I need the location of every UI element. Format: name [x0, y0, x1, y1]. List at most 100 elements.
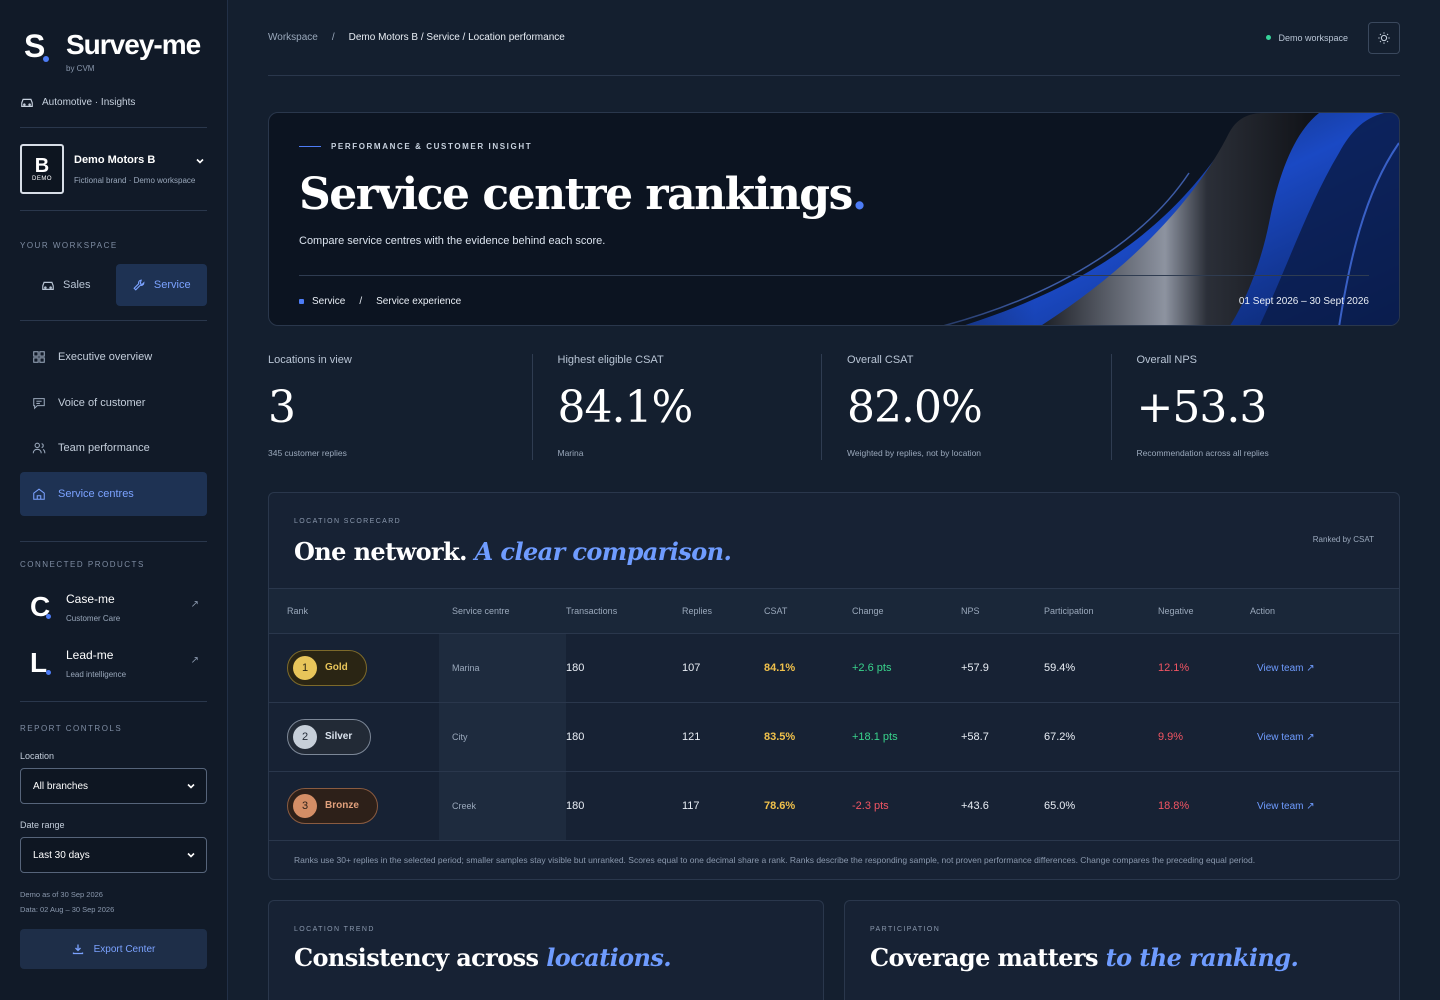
tab-sales[interactable]: Sales: [20, 264, 112, 306]
csat-cell: 83.5%: [764, 702, 852, 772]
service-centre-name: City: [439, 702, 566, 772]
product-lead-me[interactable]: L Lead-me Lead intelligence ↗: [30, 635, 207, 691]
brand-name: Survey-me: [66, 29, 201, 60]
location-label: Location: [20, 751, 55, 761]
location-select[interactable]: All branches: [20, 768, 207, 804]
csat-cell: 78.6%: [764, 771, 852, 841]
product-case-me[interactable]: C Case-me Customer Care ↗: [30, 579, 207, 635]
tag-service: Service: [312, 296, 346, 307]
kpi-row: Locations in view 3 345 customer replies…: [268, 354, 1400, 460]
participation-card: PARTICIPATION Coverage matters to the ra…: [844, 899, 1400, 1000]
rank-badge-gold: 1 Gold: [287, 649, 367, 686]
col-action: Action: [1250, 589, 1399, 634]
trend-kicker: LOCATION TREND: [294, 925, 375, 933]
car-icon: [21, 98, 33, 107]
change-cell: -2.3 pts: [852, 771, 961, 841]
product-name: Lead-me: [66, 647, 114, 662]
col-replies: Replies: [682, 589, 764, 634]
nav-executive-overview[interactable]: Executive overview: [20, 335, 207, 379]
tab-service[interactable]: Service: [115, 264, 207, 306]
date-range-display: 01 Sept 2026 – 30 Sept 2026: [1238, 296, 1369, 307]
report-controls-label: REPORT CONTROLS: [20, 724, 123, 733]
breadcrumb: Workspace / Demo Motors B / Service / Lo…: [268, 32, 565, 43]
transactions-cell: 180: [566, 633, 682, 703]
negative-cell: 9.9%: [1158, 702, 1250, 772]
col-service-centre: Service centre: [439, 589, 566, 634]
table-row: 2 Silver City 180 121 83.5% +18.1 pts +58…: [269, 702, 1399, 772]
chat-icon: [33, 397, 45, 410]
export-center-button[interactable]: Export Center: [20, 929, 207, 969]
org-switcher[interactable]: B DEMO Demo Motors B Fictional brand · D…: [20, 128, 207, 211]
building-icon: [33, 488, 45, 500]
hero-artwork: [839, 113, 1399, 325]
transactions-cell: 180: [566, 771, 682, 841]
col-change: Change: [852, 589, 961, 634]
kpi-highest-csat: Highest eligible CSAT 84.1% Marina: [531, 354, 822, 460]
top-bar: Workspace / Demo Motors B / Service / Lo…: [268, 0, 1400, 76]
brand-sub: by CVM: [66, 64, 95, 73]
view-team-link[interactable]: View team ↗: [1257, 801, 1315, 812]
brand-glyph: S: [24, 30, 54, 62]
participation-cell: 65.0%: [1044, 771, 1158, 841]
kpi-locations: Locations in view 3 345 customer replies: [268, 354, 352, 458]
brand-logo[interactable]: S Survey-me by CVM: [24, 29, 207, 74]
col-nps: NPS: [961, 589, 1044, 634]
chevron-down-icon: [187, 852, 195, 858]
connected-products-label: CONNECTED PRODUCTS: [20, 560, 145, 569]
breadcrumb-root[interactable]: Workspace: [268, 32, 318, 43]
case-me-logo: C: [30, 591, 51, 622]
sun-icon: [1378, 31, 1390, 44]
kpi-overall-csat: Overall CSAT 82.0% Weighted by replies, …: [821, 354, 1111, 460]
rank-badge-silver: 2 Silver: [287, 718, 372, 755]
scorecard-title: One network. A clear comparison.: [294, 537, 732, 566]
participation-title: Coverage matters to the ranking.: [870, 942, 1299, 972]
nav-service-centres[interactable]: Service centres: [20, 471, 207, 516]
col-rank: Rank: [269, 589, 439, 634]
external-link-icon[interactable]: ↗: [191, 599, 199, 610]
status-dot: [1266, 35, 1272, 40]
hero-description: Compare service centres with the evidenc…: [299, 235, 606, 247]
view-team-link[interactable]: View team ↗: [1257, 732, 1315, 743]
view-team-link[interactable]: View team ↗: [1257, 663, 1315, 674]
participation-kicker: PARTICIPATION: [870, 925, 941, 933]
page-title: Service centre rankings.: [299, 169, 867, 220]
hero-kicker: PERFORMANCE & CUSTOMER INSIGHT: [299, 142, 532, 151]
divider: [299, 275, 1369, 276]
theme-toggle-button[interactable]: [1368, 21, 1400, 54]
bottom-cards: LOCATION TREND Consistency across locati…: [268, 899, 1400, 1000]
download-icon: [72, 944, 83, 955]
wrench-icon: [133, 279, 145, 291]
sidebar: S Survey-me by CVM Automotive · Insights…: [0, 0, 228, 1000]
product-sub: Customer Care: [66, 613, 121, 623]
nav-voice-of-customer[interactable]: Voice of customer: [20, 381, 207, 425]
location-trend-card: LOCATION TREND Consistency across locati…: [268, 899, 824, 1000]
date-range-select[interactable]: Last 30 days: [20, 837, 207, 873]
car-icon: [42, 281, 54, 290]
csat-cell: 84.1%: [764, 633, 852, 703]
scorecard-kicker: LOCATION SCORECARD: [294, 518, 402, 525]
table-row: 3 Bronze Creek 180 117 78.6% -2.3 pts +43…: [269, 771, 1399, 841]
replies-cell: 117: [682, 771, 764, 841]
chevron-down-icon[interactable]: [195, 156, 205, 166]
negative-cell: 18.8%: [1158, 771, 1250, 841]
lead-me-logo: L: [30, 648, 52, 678]
breadcrumb-separator: /: [331, 32, 335, 43]
grid-icon: [33, 351, 45, 363]
external-link-icon[interactable]: ↗: [191, 655, 199, 666]
nps-cell: +57.9: [961, 633, 1044, 703]
users-icon: [32, 442, 46, 454]
nps-cell: +43.6: [961, 771, 1044, 841]
chevron-down-icon: [187, 783, 195, 789]
product-sub: Lead intelligence: [66, 669, 127, 679]
kpi-overall-nps: Overall NPS +53.3 Recommendation across …: [1110, 354, 1401, 460]
replies-cell: 107: [682, 633, 764, 703]
hero-tags: Service / Service experience: [299, 296, 461, 307]
nav-team-performance[interactable]: Team performance: [20, 426, 207, 470]
participation-cell: 67.2%: [1044, 702, 1158, 772]
table-header-row: Rank Service centre Transactions Replies…: [269, 589, 1399, 634]
trend-title: Consistency across locations.: [294, 942, 672, 972]
workspace-status: Demo workspace: [1266, 33, 1348, 43]
service-centre-name: Marina: [439, 633, 566, 703]
hero-banner: PERFORMANCE & CUSTOMER INSIGHT Service c…: [268, 112, 1400, 326]
change-cell: +18.1 pts: [852, 702, 961, 772]
